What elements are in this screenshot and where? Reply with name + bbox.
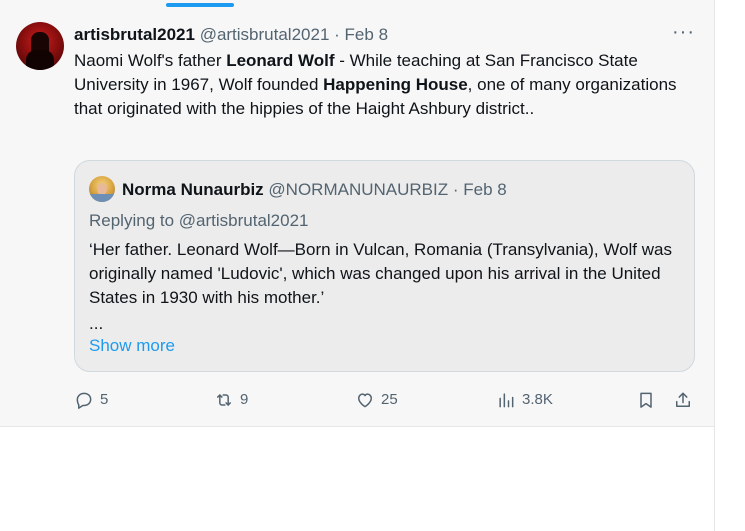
repost-count: 9: [240, 391, 249, 408]
quote-avatar-stripe: [89, 194, 115, 202]
quote-separator: ·: [452, 180, 459, 199]
share-icon: [676, 392, 690, 407]
reply-button[interactable]: 5: [74, 386, 108, 414]
bookmark-icon: [640, 392, 652, 408]
share-button[interactable]: [673, 386, 693, 414]
bookmark-button[interactable]: [636, 386, 656, 414]
author-name[interactable]: artisbrutal2021: [74, 25, 195, 44]
quoted-tweet[interactable]: Norma Nunaurbiz @NORMANUNAURBIZ · Feb 8 …: [74, 160, 695, 372]
repost-button[interactable]: 9: [214, 386, 248, 414]
tweet-text-part: Naomi Wolf's father: [74, 51, 227, 70]
tweet-date[interactable]: Feb 8: [345, 25, 388, 44]
header-separator: ·: [334, 25, 340, 44]
views-button[interactable]: 3.8K: [496, 386, 553, 414]
quote-date[interactable]: Feb 8: [463, 180, 506, 199]
like-count: 25: [381, 391, 398, 408]
quote-text: ‘Her father. Leonard Wolf—Born in Vulcan…: [89, 240, 672, 307]
replying-to: Replying to @artisbrutal2021: [89, 211, 309, 230]
tweet-text: Naomi Wolf's father Leonard Wolf - While…: [74, 49, 704, 121]
tweet-header: artisbrutal2021 @artisbrutal2021 · Feb 8: [74, 24, 388, 46]
show-more-link[interactable]: Show more: [89, 335, 175, 357]
quote-ellipsis: ...: [89, 314, 104, 333]
action-bar: 5 9 25 3.8K: [0, 386, 714, 414]
reply-count: 5: [100, 391, 109, 408]
more-options-icon[interactable]: ···: [672, 22, 695, 42]
views-chart-icon: [499, 393, 514, 408]
heart-icon: [358, 393, 372, 408]
avatar[interactable]: [16, 22, 64, 70]
avatar-figure-body: [26, 50, 54, 70]
author-handle[interactable]: @artisbrutal2021: [200, 25, 330, 44]
page: artisbrutal2021 @artisbrutal2021 · Feb 8…: [0, 0, 745, 531]
quote-avatar[interactable]: [89, 176, 115, 202]
views-count: 3.8K: [522, 391, 553, 408]
tweet-text-bold: Leonard Wolf: [226, 51, 335, 70]
quote-author-handle[interactable]: @NORMANUNAURBIZ: [268, 180, 448, 199]
like-button[interactable]: 25: [355, 386, 398, 414]
repost-icon: [217, 394, 231, 406]
tweet-text-bold: Happening House: [323, 75, 468, 94]
reply-icon: [76, 392, 92, 409]
column-divider: [714, 0, 715, 531]
tab-indicator: [166, 3, 234, 7]
tweet[interactable]: artisbrutal2021 @artisbrutal2021 · Feb 8…: [0, 0, 714, 427]
quote-author-name[interactable]: Norma Nunaurbiz: [122, 180, 264, 199]
quote-header: Norma Nunaurbiz @NORMANUNAURBIZ · Feb 8: [122, 179, 507, 201]
